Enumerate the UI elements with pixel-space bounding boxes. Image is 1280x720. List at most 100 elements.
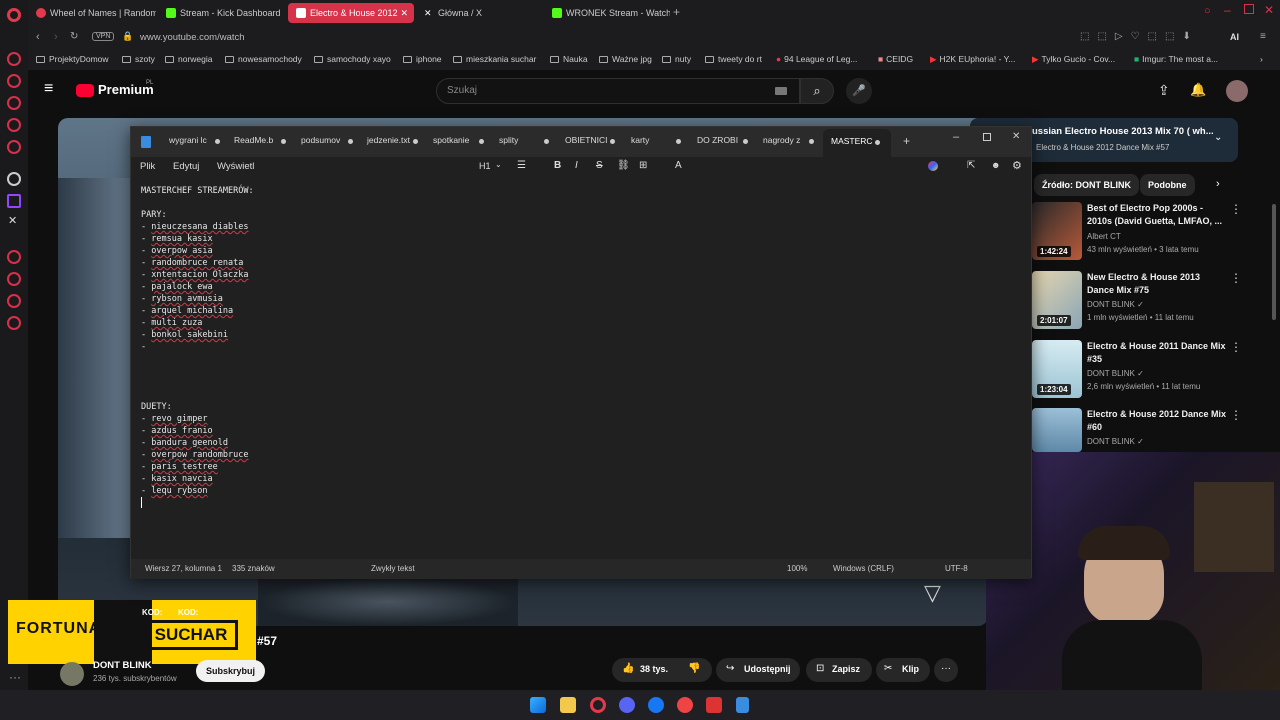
notepad-tab[interactable]: spotkanie [433,135,469,145]
avatar[interactable] [1226,80,1248,102]
new-tab-icon[interactable]: + [673,5,680,19]
opera-icon[interactable] [590,697,606,713]
menu-view[interactable]: Wyświetl [217,161,254,172]
italic-icon[interactable]: I [575,160,578,171]
share-icon[interactable]: ⇱ [967,160,975,171]
link-icon[interactable]: ⛓ [617,160,630,171]
more-icon[interactable]: ··· [9,670,21,684]
mic-icon[interactable]: 🎤 [846,78,872,104]
clock-icon[interactable] [7,272,21,286]
settings-gear-icon[interactable]: ⚙ [1012,159,1022,172]
messenger-icon[interactable] [7,118,21,132]
notepad-taskbar-icon[interactable] [736,697,749,713]
keyboard-icon[interactable] [775,87,787,95]
notepad-tab-active[interactable]: MASTERC [823,129,891,157]
facebook-icon[interactable] [648,697,664,713]
bookmark-folder[interactable]: nowesamochody [225,54,302,64]
back-icon[interactable]: ‹ [36,31,40,43]
upload-icon[interactable]: ⇪ [1158,82,1170,99]
menu-icon[interactable]: ≡ [1260,31,1266,42]
dislike-icon[interactable]: 👎 [688,663,700,674]
channel-name[interactable]: DONT BLINK [93,660,152,671]
notepad-tab[interactable]: splity [499,135,518,145]
recommendation-item[interactable]: 2:01:07 New Electro & House 2013 Dance M… [1032,271,1272,333]
notepad-tab[interactable]: karty [631,135,649,145]
channel-avatar[interactable] [60,662,84,686]
player-icon[interactable] [7,140,21,154]
recommendation-item[interactable]: 1:42:24 Best of Electro Pop 2000s - 2010… [1032,202,1272,264]
bookmark-folder[interactable]: Nauka [550,54,588,64]
bookmark-folder[interactable]: samochody xayo [314,54,391,64]
settings-icon[interactable] [7,316,21,330]
more-vert-icon[interactable]: ⋮ [1230,340,1242,354]
chatgpt-icon[interactable] [7,172,21,186]
strikethrough-icon[interactable]: S [596,160,603,171]
bookmark-folder[interactable]: mieszkania suchar [453,54,536,64]
hamburger-menu-icon[interactable]: ≡ [44,80,53,98]
like-icon[interactable]: 👍 [622,663,634,674]
share-button[interactable]: ↪ Udostępnij [716,658,800,682]
search-input[interactable]: Szukaj [436,78,800,104]
table-icon[interactable]: ⊞ [639,160,647,171]
account-icon[interactable]: ☻ [991,160,1000,170]
twitch-icon[interactable] [7,194,21,208]
ai-button[interactable]: AI [1230,32,1239,42]
toolbar-icons[interactable]: ⬚⬚▷♡⬚⬚⬇ [1080,31,1199,42]
discord-icon[interactable] [619,697,635,713]
forward-icon[interactable]: › [54,31,58,43]
subscribe-button[interactable]: Subskrybuj [196,660,266,682]
bookmark-imgur[interactable]: ■ Imgur: The most a... [1134,54,1218,64]
close-tab-icon[interactable]: ✕ [400,3,408,23]
menu-file[interactable]: Plik [140,161,155,172]
history-icon[interactable] [7,74,21,88]
heading-dropdown[interactable]: H1 [479,161,491,171]
close-window-icon[interactable]: ✕ [1264,3,1274,17]
menu-edit[interactable]: Edytuj [173,161,199,172]
search-tabs-icon[interactable]: ○ [1204,5,1211,17]
app-icon[interactable] [706,697,722,713]
more-vert-icon[interactable]: ⋮ [1230,408,1242,422]
bookmark-folder[interactable]: tweety do rt [705,54,762,64]
bookmark-ceidg[interactable]: ■ CEIDG [878,54,913,64]
file-explorer-icon[interactable] [560,697,576,713]
bookmark-gucio[interactable]: ▶ Tylko Gucio - Cov... [1032,54,1115,65]
notifications-icon[interactable]: 🔔 [1190,82,1206,98]
notepad-tab[interactable]: ReadMe.b [234,135,273,145]
scrollbar[interactable] [1272,204,1276,320]
like-count[interactable]: 38 tys. [640,664,668,674]
recommendation-item[interactable]: 1:23:04 Electro & House 2011 Dance Mix #… [1032,340,1272,402]
notepad-tab[interactable]: OBIETNICI [565,135,608,145]
encoding[interactable]: UTF-8 [945,564,968,573]
notepad-tab[interactable]: DO ZROBI [697,135,738,145]
list-icon[interactable]: ☰ [517,160,526,171]
bookmarks-more-icon[interactable]: › [1260,54,1263,64]
bookmark-league[interactable]: ● 94 League of Leg... [776,54,857,64]
bookmark-folder[interactable]: iphone [403,54,442,64]
format-mode[interactable]: Zwykły tekst [371,564,415,573]
clip-button[interactable]: ✂ Klip [876,658,930,682]
notepad-tab[interactable]: nagrody z [763,135,800,145]
notepad-tab[interactable]: jedzenie.txt [367,135,410,145]
bookmark-folder[interactable]: ProjektyDomow [36,54,109,64]
notepad-tab[interactable]: podsumov [301,135,340,145]
more-vert-icon[interactable]: ⋮ [1230,202,1242,216]
more-vert-icon[interactable]: ⋮ [1230,271,1242,285]
minimize-icon[interactable]: – [953,131,959,143]
opera-logo-icon[interactable] [7,8,21,22]
spellcheck-icon[interactable]: A [675,160,682,171]
bookmark-h2k[interactable]: ▶ H2K EUphoria! - Y... [930,54,1015,65]
home-icon[interactable] [7,52,21,66]
bookmark-folder[interactable]: szoty [122,54,155,64]
chip-similar[interactable]: Podobne [1140,174,1195,196]
obs-icon[interactable] [677,697,693,713]
notepad-editor[interactable]: MASTERCHEF STREAMERÓW: PARY: - nieuczesan… [141,185,641,508]
tab-wronek-stream[interactable]: WRONEK Stream - Watch [544,3,670,23]
maximize-icon[interactable] [983,133,991,141]
reload-icon[interactable]: ↻ [70,31,78,42]
bookmark-folder[interactable]: nuty [662,54,691,64]
vpn-badge[interactable]: VPN [92,32,115,41]
line-ending[interactable]: Windows (CRLF) [833,564,894,573]
tab-x-home[interactable]: ✕ Główna / X [416,3,542,23]
tab-kick-dashboard[interactable]: Stream - Kick Dashboard [158,3,284,23]
close-icon[interactable]: ✕ [1012,131,1020,142]
